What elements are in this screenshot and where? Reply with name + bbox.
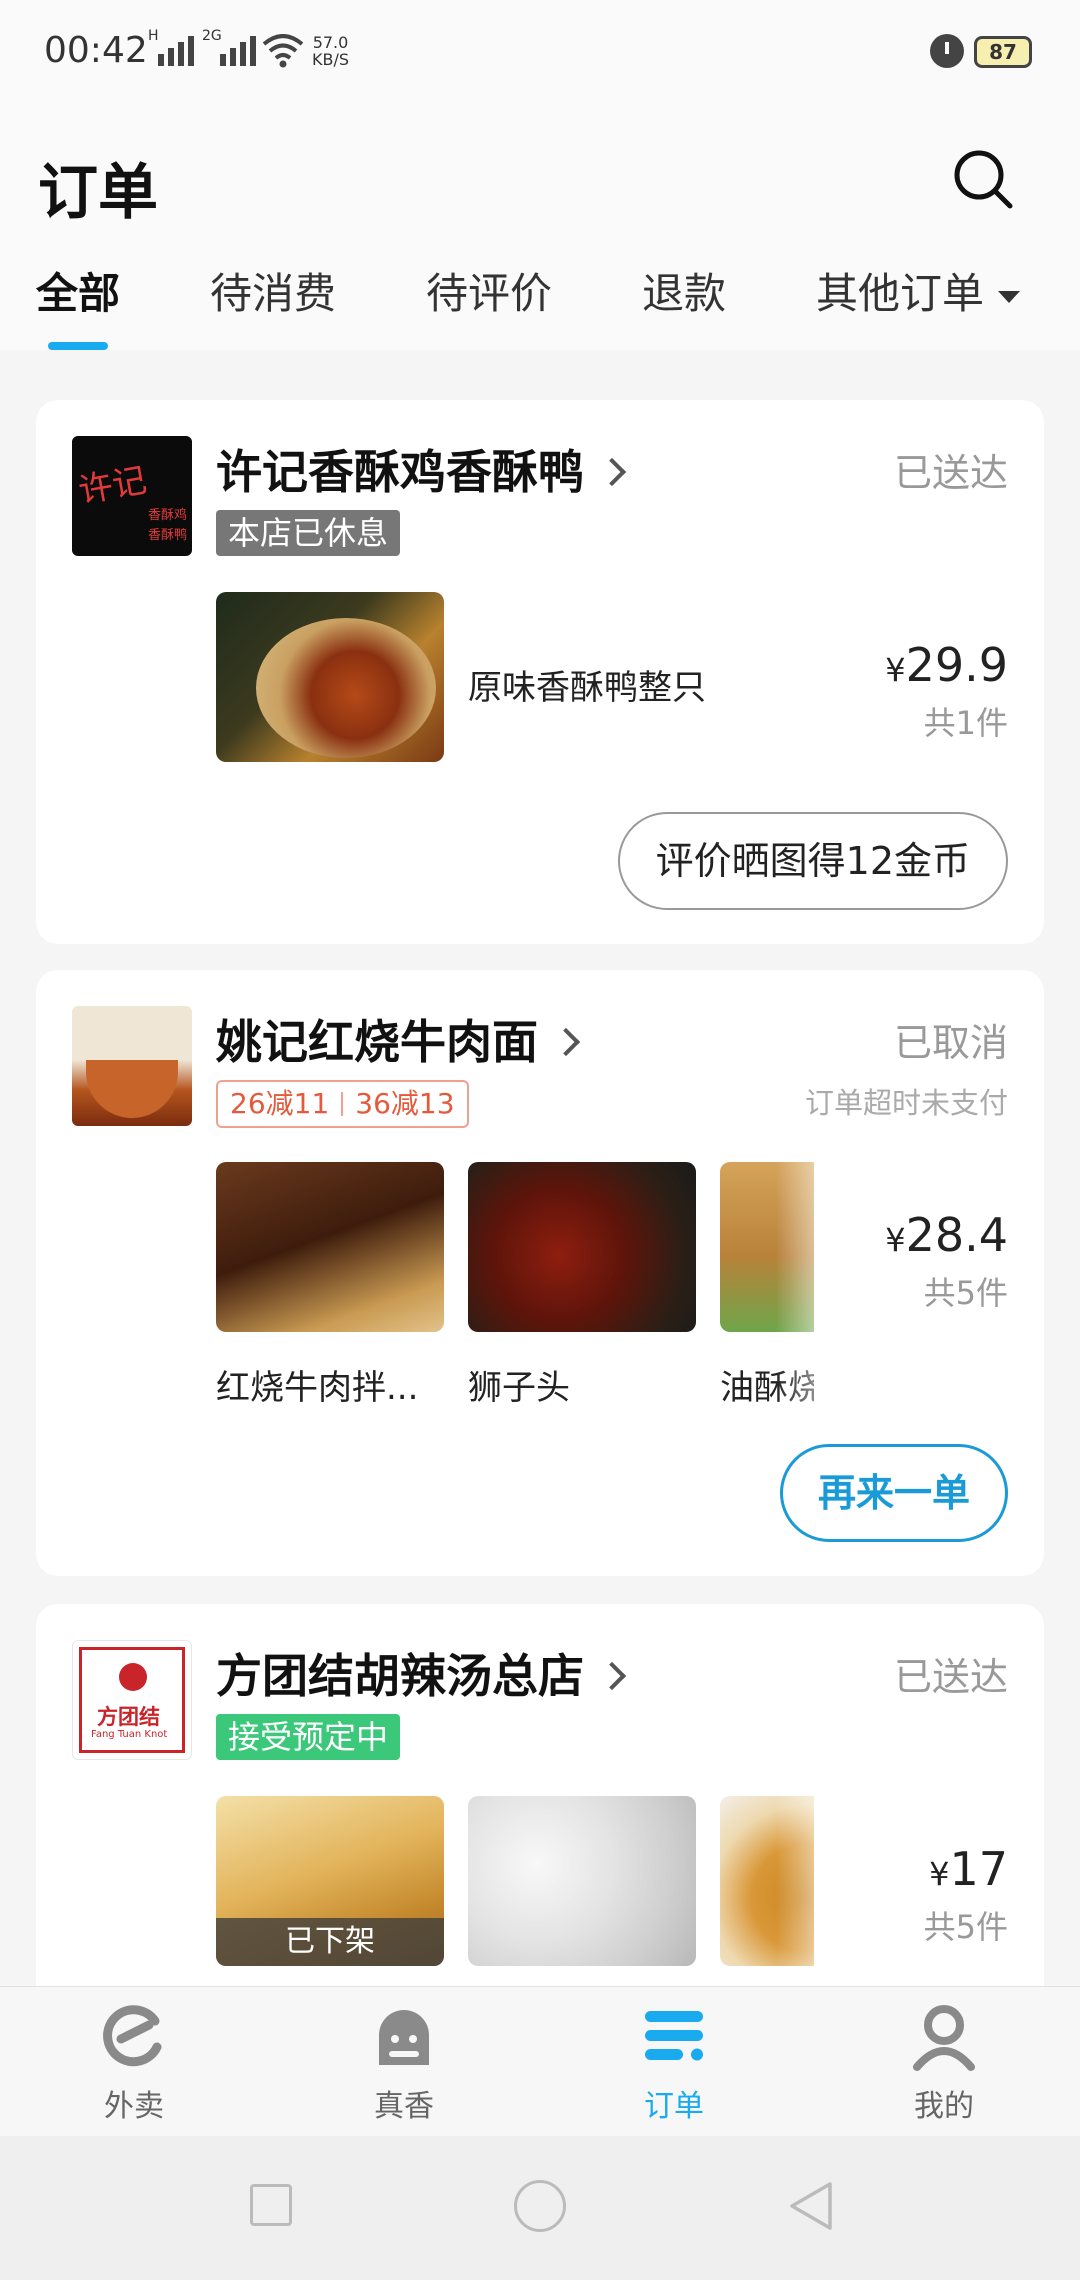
order-card[interactable]: 姚记红烧牛肉面 已取消 订单超时未支付 26减11 36减13 红烧牛肉拌... …	[36, 970, 1044, 1576]
profile-icon	[913, 2005, 975, 2071]
nav-item-waimai[interactable]: 外卖	[34, 2001, 234, 2125]
page-header: 订单 全部 待消费 待评价 退款 其他订单	[0, 100, 1080, 350]
signal-icon-2	[220, 36, 256, 66]
shop-name[interactable]: 方团结胡辣汤总店	[216, 1640, 627, 1706]
tab-all[interactable]: 全部	[36, 260, 120, 321]
product-image	[468, 1796, 696, 1966]
item-count: 共5件	[923, 1908, 1008, 1946]
wifi-icon	[262, 34, 304, 68]
network-speed: 57.0 KB/S	[312, 33, 350, 69]
shop-name[interactable]: 许记香酥鸡香酥鸭	[216, 436, 627, 502]
waimai-icon	[103, 2005, 162, 2067]
accepting-preorders-badge: 接受预定中	[216, 1714, 401, 1760]
order-price: ¥28.4	[885, 1208, 1008, 1262]
shop-closed-badge: 本店已休息	[216, 510, 401, 556]
active-tab-indicator	[48, 342, 108, 350]
order-price: ¥29.9	[885, 638, 1008, 692]
shop-logo[interactable]: 许记 香酥鸡 香酥鸭	[72, 436, 192, 556]
status-time: 00:42	[44, 30, 148, 71]
orders-icon	[645, 2011, 703, 2061]
chevron-right-icon	[597, 1661, 627, 1690]
home-button[interactable]	[514, 2180, 566, 2232]
order-card[interactable]: 许记 香酥鸡 香酥鸭 许记香酥鸡香酥鸭 已送达 本店已休息 原味香酥鸭整只 ¥2…	[36, 400, 1044, 944]
shop-name[interactable]: 姚记红烧牛肉面	[216, 1006, 581, 1072]
signal-icon-1	[158, 36, 194, 66]
battery-indicator: 87	[974, 36, 1032, 68]
search-icon[interactable]	[952, 148, 1014, 210]
tab-pending-consumption[interactable]: 待消费	[210, 260, 336, 321]
order-price: ¥17	[929, 1842, 1008, 1896]
shop-logo[interactable]	[72, 1006, 192, 1126]
page-title: 订单	[38, 158, 158, 228]
product-image	[216, 1162, 444, 1332]
product-image: 已下架	[216, 1796, 444, 1966]
back-button[interactable]	[786, 2180, 834, 2232]
tab-pending-review[interactable]: 待评价	[426, 260, 552, 321]
order-tabs: 全部 待消费 待评价 退款 其他订单	[0, 260, 1080, 340]
nav-item-profile[interactable]: 我的	[844, 2001, 1044, 2125]
order-substatus: 订单超时未支付	[804, 1086, 1008, 1120]
reorder-button[interactable]: 再来一单	[780, 1444, 1008, 1542]
chevron-right-icon	[551, 1027, 581, 1056]
item-name: 狮子头	[468, 1368, 570, 1408]
alarm-icon	[930, 34, 964, 68]
status-bar: 00:42 H 2G 57.0 KB/S 87	[0, 0, 1080, 100]
product-image	[468, 1162, 696, 1332]
promo-tags: 26减11 36减13	[216, 1080, 469, 1128]
recent-apps-button[interactable]	[250, 2184, 292, 2226]
shop-logo[interactable]: 方团结 Fang Tuan Knot	[72, 1640, 192, 1760]
signal-type-label-1: H	[148, 28, 159, 44]
item-name: 原味香酥鸭整只	[468, 668, 706, 708]
order-status: 已送达	[893, 451, 1008, 495]
bottom-nav: 外卖 真香 订单 我的	[0, 1986, 1080, 2136]
tab-refund[interactable]: 退款	[642, 260, 726, 321]
tab-other-orders[interactable]: 其他订单	[816, 260, 1021, 321]
item-count: 共5件	[923, 1274, 1008, 1312]
nav-item-orders[interactable]: 订单	[574, 2001, 774, 2125]
zhenxiang-icon	[379, 2010, 429, 2065]
delisted-label: 已下架	[216, 1918, 444, 1966]
item-count: 共1件	[923, 704, 1008, 742]
review-button[interactable]: 评价晒图得12金币	[617, 812, 1008, 910]
chevron-right-icon	[597, 457, 627, 486]
order-card[interactable]: 方团结 Fang Tuan Knot 方团结胡辣汤总店 已送达 接受预定中 已下…	[36, 1604, 1044, 2024]
product-image	[216, 592, 444, 762]
signal-type-label-2: 2G	[202, 28, 222, 44]
nav-item-zhenxiang[interactable]: 真香	[304, 2001, 504, 2125]
item-name: 红烧牛肉拌...	[216, 1368, 419, 1408]
chevron-down-icon	[998, 290, 1021, 303]
order-status: 已送达	[893, 1655, 1008, 1699]
order-status: 已取消	[893, 1021, 1008, 1065]
system-nav-bar	[0, 2136, 1080, 2280]
